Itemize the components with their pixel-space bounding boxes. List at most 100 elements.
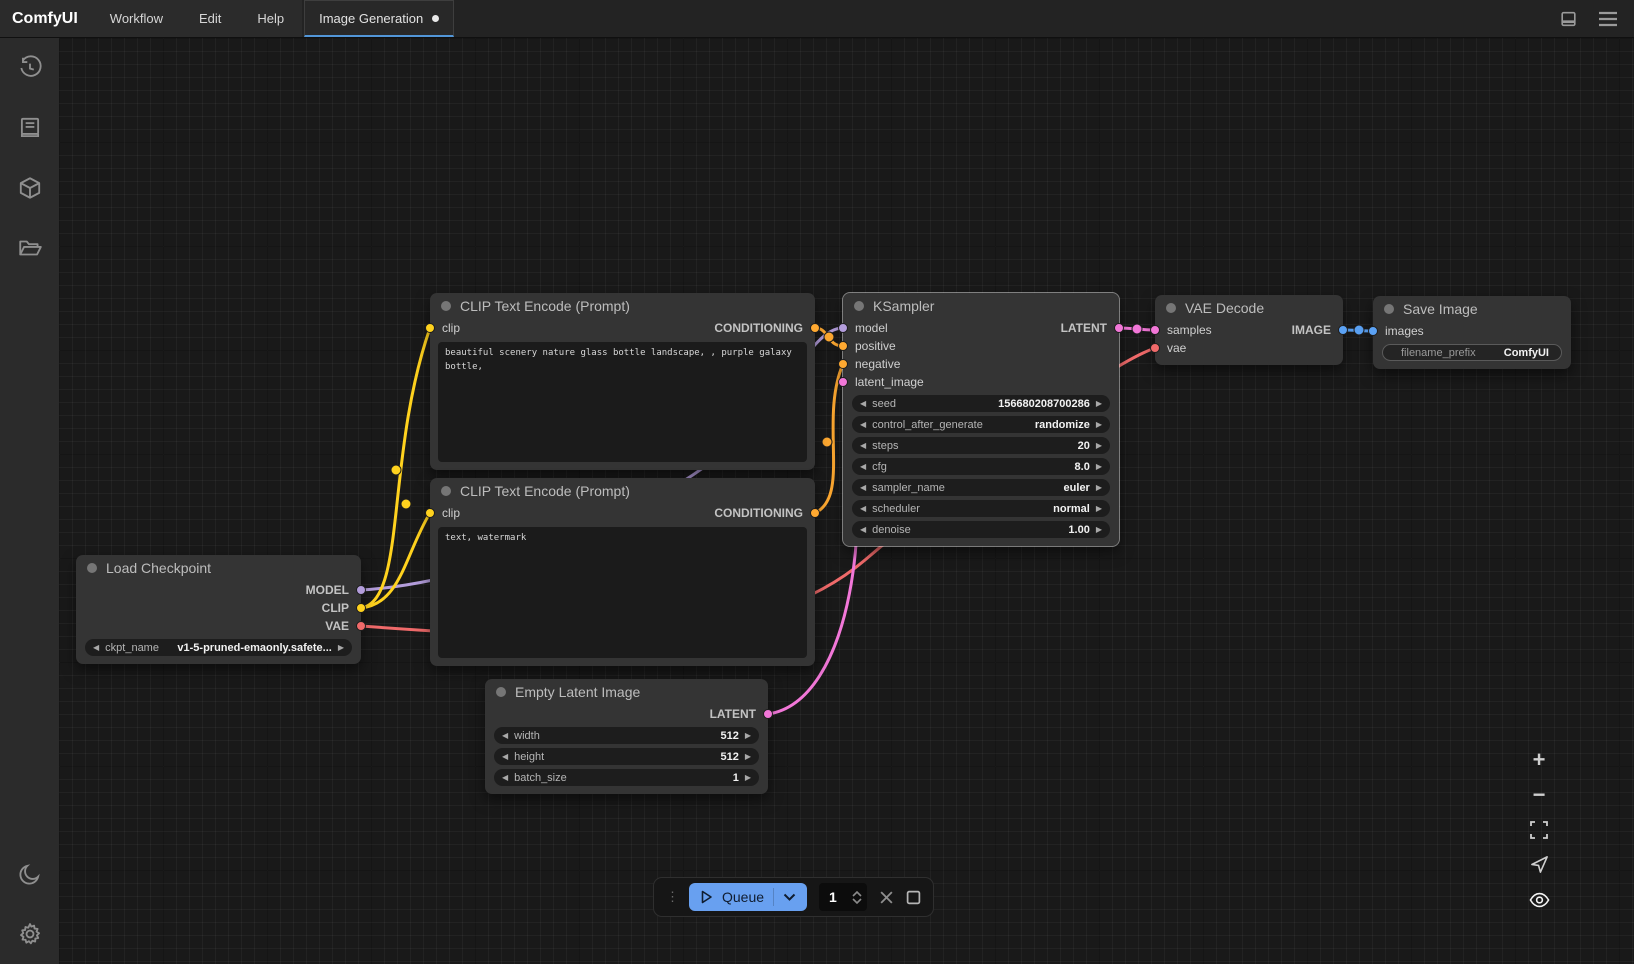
collapse-dot-icon[interactable] bbox=[854, 301, 864, 311]
widget-increment-arrow-icon[interactable]: ▶ bbox=[1096, 400, 1102, 408]
load-checkpoint-node[interactable]: Load CheckpointMODELCLIPVAE◀ckpt_namev1-… bbox=[76, 555, 361, 664]
empty-latent-image-output-port-LATENT[interactable] bbox=[763, 709, 773, 719]
menu-edit[interactable]: Edit bbox=[181, 0, 239, 37]
load-checkpoint-output-port-MODEL[interactable] bbox=[356, 585, 366, 595]
save-image-widget-filename_prefix[interactable]: filename_prefixComfyUI bbox=[1382, 344, 1562, 361]
widget-decrement-arrow-icon[interactable]: ◀ bbox=[502, 753, 508, 761]
widget-decrement-arrow-icon[interactable]: ◀ bbox=[502, 774, 508, 782]
queue-button[interactable]: Queue bbox=[689, 883, 807, 911]
clip-text-encode-positive-prompt-textarea[interactable]: beautiful scenery nature glass bottle la… bbox=[438, 342, 807, 462]
widget-decrement-arrow-icon[interactable]: ◀ bbox=[860, 400, 866, 408]
menu-help[interactable]: Help bbox=[239, 0, 302, 37]
load-checkpoint-output-port-CLIP[interactable] bbox=[356, 603, 366, 613]
clip-text-encode-negative-prompt-textarea[interactable]: text, watermark bbox=[438, 527, 807, 658]
widget-decrement-arrow-icon[interactable]: ◀ bbox=[860, 442, 866, 450]
ksampler-input-port-model[interactable] bbox=[838, 323, 848, 333]
bottom-panel-icon[interactable] bbox=[1559, 10, 1578, 28]
sidebar-item-node-library[interactable] bbox=[0, 98, 59, 158]
save-image-input-port-images[interactable] bbox=[1368, 326, 1378, 336]
widget-decrement-arrow-icon[interactable]: ◀ bbox=[93, 644, 99, 652]
batch-count-input[interactable]: 1 bbox=[819, 883, 867, 911]
collapse-dot-icon[interactable] bbox=[441, 301, 451, 311]
sidebar-item-model-library[interactable] bbox=[0, 158, 59, 218]
link-reroute-dot[interactable] bbox=[1354, 325, 1364, 335]
ksampler-widget-steps[interactable]: ◀steps20▶ bbox=[852, 437, 1110, 454]
sidebar-item-theme-toggle[interactable] bbox=[0, 844, 59, 904]
clear-queue-icon[interactable] bbox=[879, 890, 894, 905]
widget-increment-arrow-icon[interactable]: ▶ bbox=[1096, 442, 1102, 450]
ksampler-widget-scheduler[interactable]: ◀schedulernormal▶ bbox=[852, 500, 1110, 517]
zoom-out-button[interactable]: − bbox=[1526, 782, 1552, 807]
vae-decode-output-port-IMAGE[interactable] bbox=[1338, 325, 1348, 335]
widget-decrement-arrow-icon[interactable]: ◀ bbox=[860, 484, 866, 492]
collapse-dot-icon[interactable] bbox=[87, 563, 97, 573]
clip-text-encode-negative-input-port-clip[interactable] bbox=[425, 508, 435, 518]
clip-text-encode-negative-output-port-CONDITIONING[interactable] bbox=[810, 508, 820, 518]
load-checkpoint-output-port-VAE[interactable] bbox=[356, 621, 366, 631]
widget-increment-arrow-icon[interactable]: ▶ bbox=[1096, 421, 1102, 429]
stop-icon[interactable] bbox=[906, 890, 921, 905]
link-reroute-dot[interactable] bbox=[822, 437, 832, 447]
ksampler-input-port-latent_image[interactable] bbox=[838, 377, 848, 387]
widget-decrement-arrow-icon[interactable]: ◀ bbox=[860, 505, 866, 513]
collapse-dot-icon[interactable] bbox=[1384, 304, 1394, 314]
clip-text-encode-positive-input-port-clip[interactable] bbox=[425, 323, 435, 333]
widget-increment-arrow-icon[interactable]: ▶ bbox=[745, 732, 751, 740]
stepper-up-icon[interactable] bbox=[852, 891, 862, 897]
clip-text-encode-positive-output-port-CONDITIONING[interactable] bbox=[810, 323, 820, 333]
empty-latent-image-widget-width[interactable]: ◀width512▶ bbox=[494, 727, 759, 744]
ksampler-node[interactable]: KSamplermodelLATENTpositivenegativelaten… bbox=[843, 293, 1119, 546]
sidebar-item-workflows[interactable] bbox=[0, 218, 59, 278]
vae-decode-input-port-vae[interactable] bbox=[1150, 343, 1160, 353]
hamburger-menu-icon[interactable] bbox=[1598, 11, 1618, 27]
clip-text-encode-negative-node[interactable]: CLIP Text Encode (Prompt)clipCONDITIONIN… bbox=[430, 478, 815, 666]
ksampler-widget-denoise[interactable]: ◀denoise1.00▶ bbox=[852, 521, 1110, 538]
ksampler-widget-seed[interactable]: ◀seed156680208700286▶ bbox=[852, 395, 1110, 412]
vae-decode-slot-row: samplesIMAGE bbox=[1155, 321, 1343, 339]
widget-increment-arrow-icon[interactable]: ▶ bbox=[1096, 463, 1102, 471]
ksampler-output-port-LATENT[interactable] bbox=[1114, 323, 1124, 333]
collapse-dot-icon[interactable] bbox=[496, 687, 506, 697]
node-graph-canvas[interactable]: CLIP Text Encode (Prompt)clipCONDITIONIN… bbox=[59, 38, 1634, 964]
ksampler-widget-cfg[interactable]: ◀cfg8.0▶ bbox=[852, 458, 1110, 475]
empty-latent-image-widget-batch_size[interactable]: ◀batch_size1▶ bbox=[494, 769, 759, 786]
widget-increment-arrow-icon[interactable]: ▶ bbox=[745, 774, 751, 782]
load-checkpoint-widget-ckpt_name[interactable]: ◀ckpt_namev1-5-pruned-emaonly.safete...▶ bbox=[85, 639, 352, 656]
empty-latent-image-node[interactable]: Empty Latent ImageLATENT◀width512▶◀heigh… bbox=[485, 679, 768, 794]
menu-workflow[interactable]: Workflow bbox=[92, 0, 181, 37]
drag-handle[interactable]: ⋮ bbox=[666, 889, 677, 905]
widget-increment-arrow-icon[interactable]: ▶ bbox=[1096, 526, 1102, 534]
toggle-link-visibility-button[interactable] bbox=[1526, 887, 1552, 912]
save-image-node[interactable]: Save Imageimagesfilename_prefixComfyUI bbox=[1373, 296, 1571, 369]
chevron-down-icon[interactable] bbox=[783, 893, 796, 901]
vae-decode-input-port-samples[interactable] bbox=[1150, 325, 1160, 335]
ksampler-input-port-positive[interactable] bbox=[838, 341, 848, 351]
stepper-down-icon[interactable] bbox=[852, 898, 862, 904]
select-mode-button[interactable] bbox=[1526, 852, 1552, 877]
widget-decrement-arrow-icon[interactable]: ◀ bbox=[860, 421, 866, 429]
sidebar-item-queue-history[interactable] bbox=[0, 38, 59, 98]
link-reroute-dot[interactable] bbox=[824, 332, 834, 342]
ksampler-widget-control_after_generate[interactable]: ◀control_after_generaterandomize▶ bbox=[852, 416, 1110, 433]
clip-text-encode-positive-node[interactable]: CLIP Text Encode (Prompt)clipCONDITIONIN… bbox=[430, 293, 815, 470]
widget-increment-arrow-icon[interactable]: ▶ bbox=[1096, 484, 1102, 492]
zoom-in-button[interactable]: + bbox=[1526, 747, 1552, 772]
collapse-dot-icon[interactable] bbox=[441, 486, 451, 496]
collapse-dot-icon[interactable] bbox=[1166, 303, 1176, 313]
widget-decrement-arrow-icon[interactable]: ◀ bbox=[502, 732, 508, 740]
link-reroute-dot[interactable] bbox=[1132, 324, 1142, 334]
sidebar-item-settings[interactable] bbox=[0, 904, 59, 964]
widget-decrement-arrow-icon[interactable]: ◀ bbox=[860, 463, 866, 471]
fit-view-button[interactable] bbox=[1526, 817, 1552, 842]
ksampler-input-port-negative[interactable] bbox=[838, 359, 848, 369]
link-reroute-dot[interactable] bbox=[391, 465, 401, 475]
empty-latent-image-widget-height[interactable]: ◀height512▶ bbox=[494, 748, 759, 765]
widget-increment-arrow-icon[interactable]: ▶ bbox=[338, 644, 344, 652]
widget-decrement-arrow-icon[interactable]: ◀ bbox=[860, 526, 866, 534]
link-reroute-dot[interactable] bbox=[401, 499, 411, 509]
tab-image-generation[interactable]: Image Generation bbox=[304, 0, 454, 37]
vae-decode-node[interactable]: VAE DecodesamplesIMAGEvae bbox=[1155, 295, 1343, 365]
widget-increment-arrow-icon[interactable]: ▶ bbox=[1096, 505, 1102, 513]
widget-increment-arrow-icon[interactable]: ▶ bbox=[745, 753, 751, 761]
ksampler-widget-sampler_name[interactable]: ◀sampler_nameeuler▶ bbox=[852, 479, 1110, 496]
